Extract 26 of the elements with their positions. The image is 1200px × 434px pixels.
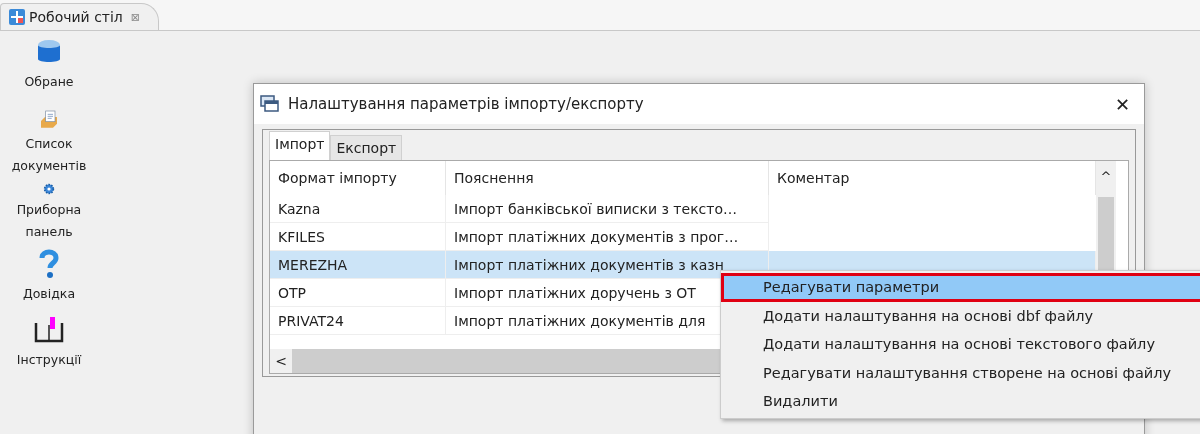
menu-item[interactable]: Редагувати параметри: [721, 273, 1200, 302]
table-cell: Імпорт банківської виписки з тексто…: [446, 195, 769, 223]
close-button[interactable]: ✕: [1114, 93, 1130, 115]
sidebar-label[interactable]: Довідка: [0, 283, 98, 305]
book-icon: [33, 315, 65, 345]
tab[interactable]: Експорт: [330, 135, 403, 160]
table-cell: OTP: [270, 279, 446, 307]
table-cell: PRIVAT24: [270, 307, 446, 335]
dialog-title: Налаштування параметрів імпорту/експорту: [288, 95, 644, 113]
table-cell: Імпорт платіжних документів з казн: [446, 251, 769, 279]
sidebar-label[interactable]: Інструкції: [0, 349, 98, 371]
scroll-up-button[interactable]: ^: [1100, 161, 1112, 189]
table-cell: Kazna: [270, 195, 446, 223]
desktop-tab[interactable]: Робочий стіл ⊠: [0, 3, 160, 30]
menu-item[interactable]: Видалити: [721, 387, 1200, 416]
app-icon: [9, 9, 25, 25]
question-mark-icon: [37, 249, 61, 279]
sidebar-label[interactable]: Обране: [0, 71, 98, 93]
column-header[interactable]: Пояснення: [446, 161, 769, 195]
windows-icon: [260, 95, 280, 113]
table-cell: MEREZHA: [270, 251, 446, 279]
sidebar-label[interactable]: Приборна панель: [0, 199, 98, 243]
column-header[interactable]: Формат імпорту: [270, 161, 446, 195]
tab[interactable]: Імпорт: [269, 131, 331, 160]
sidebar-label[interactable]: Список документів: [0, 133, 98, 177]
scroll-left-button[interactable]: <: [270, 349, 292, 373]
